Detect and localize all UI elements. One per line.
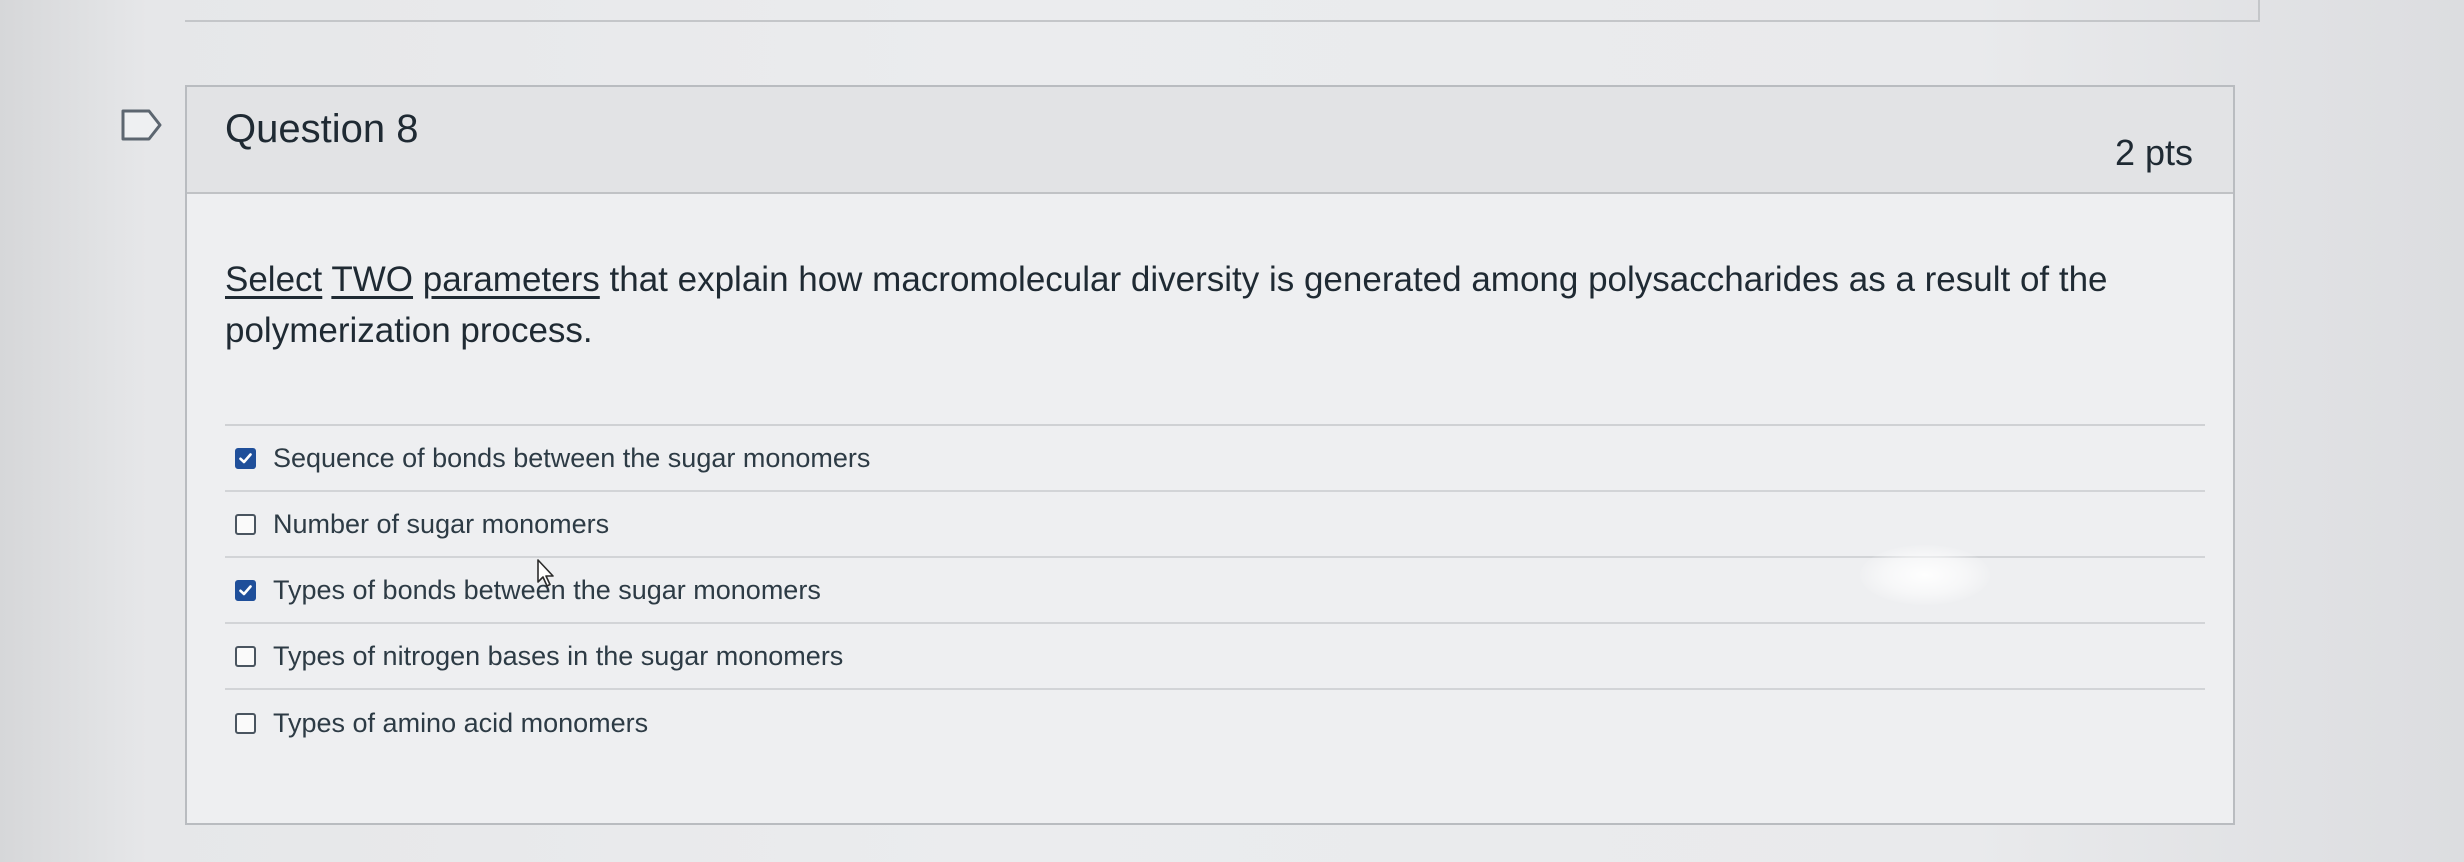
question-text: Select TWO parameters that explain how m… [225,254,2195,356]
previous-question-panel-edge [185,0,2260,22]
question-text-select: Select [225,260,323,299]
question-text-parameters: parameters [422,260,600,299]
question-text-two: TWO [331,260,414,299]
question-title: Question 8 [225,107,419,151]
answer-label-5[interactable]: Types of amino acid monomers [273,708,648,739]
answer-option-3[interactable]: Types of bonds between the sugar monomer… [225,558,2205,624]
answer-option-1[interactable]: Sequence of bonds between the sugar mono… [225,426,2205,492]
answer-checkbox-1[interactable] [235,447,256,469]
answer-label-2[interactable]: Number of sugar monomers [273,509,609,540]
answer-label-4[interactable]: Types of nitrogen bases in the sugar mon… [273,641,843,672]
cursor-icon [537,559,554,587]
check-icon [239,584,252,595]
answer-label-1[interactable]: Sequence of bonds between the sugar mono… [273,443,870,474]
answer-checkbox-4[interactable] [235,645,256,667]
answer-checkbox-5[interactable] [235,712,256,734]
answer-option-2[interactable]: Number of sugar monomers [225,492,2205,558]
answer-list: Sequence of bonds between the sugar mono… [225,424,2205,756]
flag-icon[interactable] [120,108,164,142]
answer-option-4[interactable]: Types of nitrogen bases in the sugar mon… [225,624,2205,690]
answer-option-5[interactable]: Types of amino acid monomers [225,690,2205,756]
question-header: Question 8 2 pts [187,87,2233,194]
question-points: 2 pts [2114,132,2193,173]
check-icon [239,452,252,463]
answer-checkbox-2[interactable] [235,513,256,535]
answer-checkbox-3[interactable] [235,579,256,601]
question-panel: Question 8 2 pts Select TWO parameters t… [185,85,2235,825]
